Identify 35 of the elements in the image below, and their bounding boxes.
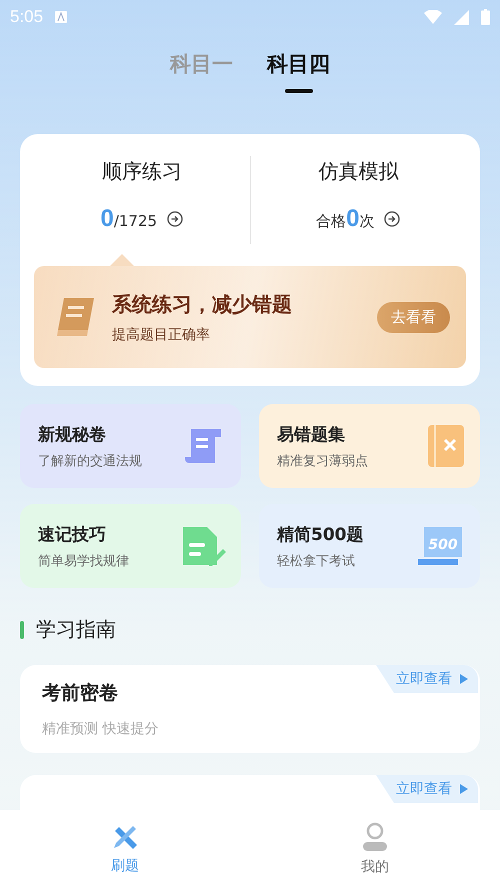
notification-icon <box>55 11 68 23</box>
battery-icon <box>481 9 490 25</box>
arrow-circle-icon[interactable] <box>167 211 184 227</box>
play-icon <box>460 784 468 794</box>
feature-title: 精简500题 <box>277 524 364 546</box>
subject-tab[interactable]: 科目四 <box>267 50 330 90</box>
play-icon <box>460 674 468 684</box>
feature-title: 易错题集 <box>277 424 346 446</box>
arrow-circle-icon[interactable] <box>384 211 400 227</box>
guide-card[interactable]: 考前密卷 精准预测 快速提分 立即查看 <box>20 665 480 753</box>
status-time: 5:05 <box>10 7 44 27</box>
feature-title: 新规秘卷 <box>38 424 107 446</box>
wrong-book-icon <box>426 423 466 469</box>
guide-title: 考前密卷 <box>42 681 119 706</box>
feature-card[interactable]: 精简500题 轻松拿下考试 500 <box>259 504 480 588</box>
pencil-ruler-icon <box>111 823 139 851</box>
promo-subtitle: 提高题目正确率 <box>112 326 211 344</box>
feature-card[interactable]: 新规秘卷 了解新的交通法规 <box>20 404 241 488</box>
nav-tab[interactable]: 我的 <box>250 810 500 888</box>
section-heading: 学习指南 <box>36 616 116 643</box>
wifi-icon <box>424 10 442 24</box>
practice-title[interactable]: 仿真模拟 <box>318 158 398 185</box>
signal-icon <box>454 10 469 24</box>
feature-card[interactable]: 易错题集 精准复习薄弱点 <box>259 404 480 488</box>
feature-subtitle: 简单易学找规律 <box>38 552 130 570</box>
feature-subtitle: 轻松拿下考试 <box>277 552 356 570</box>
feature-subtitle: 精准复习薄弱点 <box>277 452 369 470</box>
section-marker <box>20 620 24 638</box>
guide-subtitle: 精准预测 快速提分 <box>42 720 160 738</box>
promo-title: 系统练习，减少错题 <box>112 290 293 318</box>
feature-title: 速记技巧 <box>38 524 107 546</box>
feature-subtitle: 了解新的交通法规 <box>38 452 143 470</box>
feature-card[interactable]: 速记技巧 简单易学找规律 <box>20 504 241 588</box>
user-icon <box>361 822 389 852</box>
practice-title[interactable]: 顺序练习 <box>102 158 182 185</box>
